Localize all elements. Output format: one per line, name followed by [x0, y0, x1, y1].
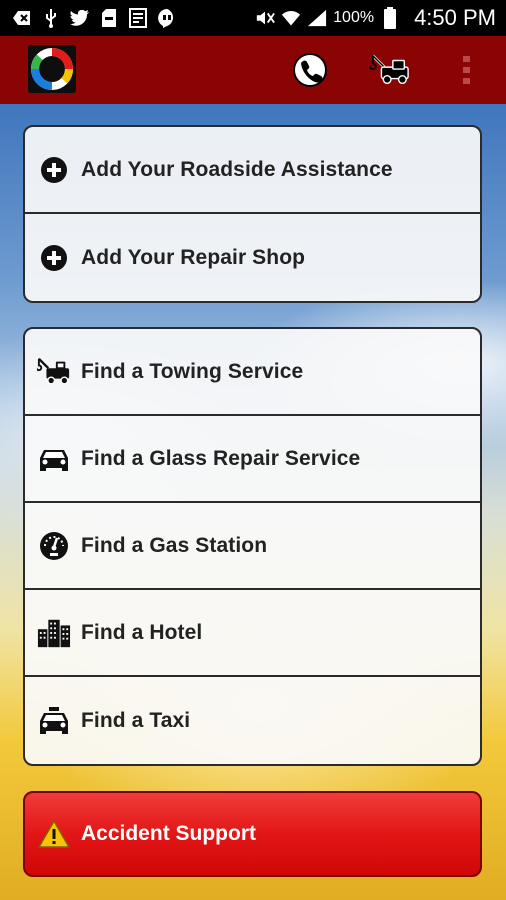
clock: 4:50 PM [414, 5, 496, 30]
buildings-icon [37, 616, 71, 650]
mute-icon [255, 8, 275, 28]
add-repair-shop-button[interactable]: Add Your Repair Shop [25, 214, 480, 301]
add-section: Add Your Roadside Assistance Add Your Re… [23, 125, 482, 303]
battery-percent: 100% [333, 9, 375, 26]
overflow-menu-icon[interactable] [446, 50, 486, 90]
accident-support-button[interactable]: Accident Support [23, 791, 482, 877]
find-taxi-label: Find a Taxi [81, 708, 191, 732]
app-bar [0, 36, 506, 104]
plus-circle-icon [37, 153, 71, 187]
status-bar: 100% 4:50 PM [0, 0, 506, 36]
tow-truck-icon[interactable] [370, 50, 410, 90]
gallery-icon [128, 8, 148, 28]
wifi-icon [281, 8, 301, 28]
plus-circle-icon [37, 241, 71, 275]
warning-icon [37, 817, 71, 851]
lifebuoy-logo-icon[interactable] [28, 45, 76, 93]
add-roadside-assistance-button[interactable]: Add Your Roadside Assistance [25, 127, 480, 214]
tow-truck-icon [37, 355, 71, 389]
signal-icon [307, 8, 327, 28]
talk-icon [157, 8, 177, 28]
find-gas-station-label: Find a Gas Station [81, 533, 268, 557]
back-notification-icon [12, 8, 32, 28]
accident-support-label: Accident Support [81, 822, 257, 845]
battery-icon [380, 7, 400, 29]
usb-icon [41, 8, 61, 28]
add-roadside-assistance-label: Add Your Roadside Assistance [81, 157, 393, 181]
twitter-icon [70, 8, 90, 28]
taxi-icon [37, 704, 71, 738]
find-section: Find a Towing Service Find a Glass Repai… [23, 327, 482, 766]
sd-card-icon [99, 8, 119, 28]
find-towing-service-button[interactable]: Find a Towing Service [25, 329, 480, 416]
add-repair-shop-label: Add Your Repair Shop [81, 245, 306, 269]
gauge-icon [37, 529, 71, 563]
find-taxi-button[interactable]: Find a Taxi [25, 677, 480, 764]
find-gas-station-button[interactable]: Find a Gas Station [25, 503, 480, 590]
phone-call-icon[interactable] [290, 50, 330, 90]
find-hotel-label: Find a Hotel [81, 620, 203, 644]
find-glass-repair-label: Find a Glass Repair Service [81, 446, 361, 470]
car-icon [37, 442, 71, 476]
find-towing-service-label: Find a Towing Service [81, 359, 304, 383]
find-hotel-button[interactable]: Find a Hotel [25, 590, 480, 677]
find-glass-repair-button[interactable]: Find a Glass Repair Service [25, 416, 480, 503]
